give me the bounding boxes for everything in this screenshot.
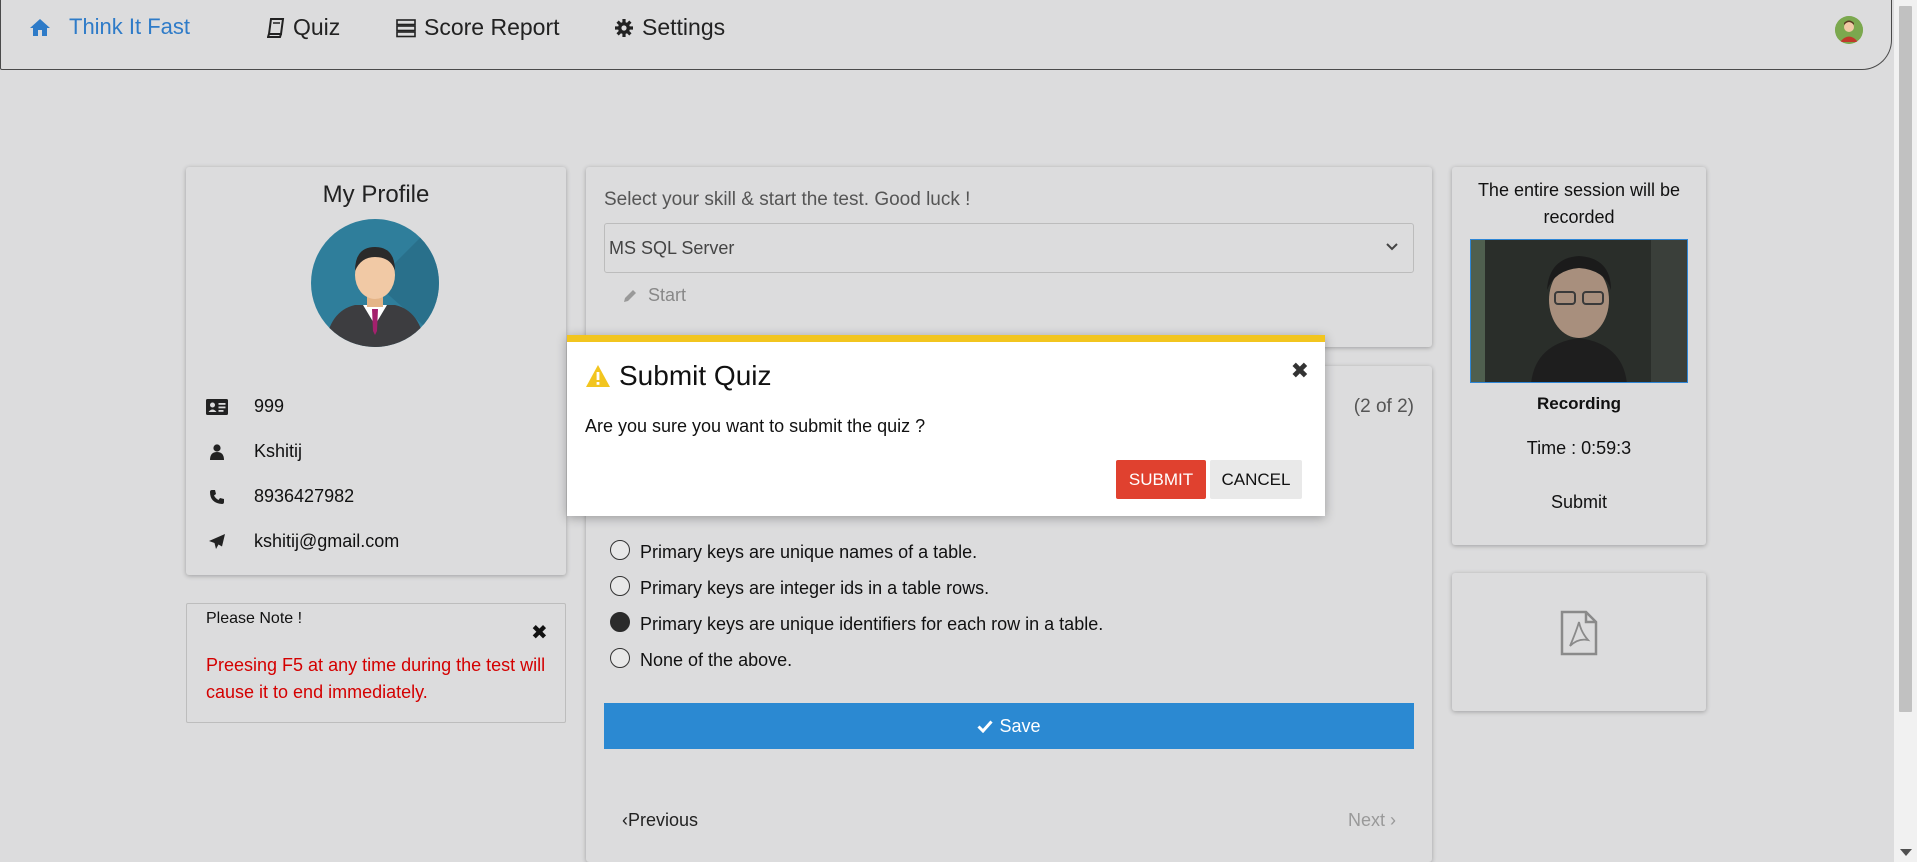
scroll-down-arrow-icon[interactable]: [1900, 849, 1912, 856]
start-label: Start: [648, 285, 687, 305]
question-counter: (2 of 2): [1353, 396, 1414, 417]
profile-phone-row: 8936427982: [206, 486, 354, 507]
note-title: Please Note !: [206, 610, 303, 627]
webcam-feed: [1470, 239, 1688, 383]
modal-message: Are you sure you want to submit the quiz…: [585, 416, 926, 436]
option-1-label: Primary keys are unique names of a table…: [640, 542, 978, 562]
paper-plane-icon: [206, 532, 228, 552]
phone-icon: [206, 487, 228, 507]
check-icon: [977, 720, 994, 733]
profile-title: My Profile: [322, 181, 430, 208]
chevron-down-icon: [1386, 243, 1398, 251]
option-3[interactable]: Primary keys are unique identifiers for …: [610, 611, 1104, 635]
profile-name-row: Kshitij: [206, 441, 302, 462]
profile-email-row: kshitij@gmail.com: [206, 531, 399, 552]
next-button[interactable]: Next ›: [1348, 810, 1396, 831]
skill-card: Select your skill & start the test. Good…: [586, 167, 1432, 347]
pencil-icon: [624, 289, 636, 302]
save-button[interactable]: Save: [604, 703, 1414, 749]
recording-timer: Time : 0:59:3: [1526, 438, 1632, 458]
profile-phone: 8936427982: [254, 486, 355, 506]
recording-notice: The entire session will be recorded: [1477, 180, 1681, 227]
nav-score-report-label: Score Report: [424, 14, 560, 40]
warning-icon: [586, 365, 610, 387]
option-4[interactable]: None of the above.: [610, 647, 793, 671]
profile-avatar: [311, 219, 439, 347]
scrollbar-thumb[interactable]: [1899, 6, 1912, 712]
modal-title-row: Submit Quiz: [585, 360, 772, 392]
profile-id: 999: [254, 396, 285, 416]
option-4-radio[interactable]: [610, 647, 630, 668]
skill-instruction: Select your skill & start the test. Good…: [604, 189, 971, 210]
page-scrollbar[interactable]: [1894, 0, 1917, 862]
book-icon: [267, 17, 285, 38]
skill-select[interactable]: MS SQL Server: [604, 223, 1414, 273]
chevron-right-icon: ›: [1390, 810, 1396, 830]
server-icon: [396, 18, 416, 37]
page-root: Think It Fast Quiz Score Report Settings…: [0, 0, 1917, 862]
start-button[interactable]: Start: [622, 285, 686, 306]
option-2-radio[interactable]: [610, 575, 630, 596]
nav-home-link[interactable]: Think It Fast: [29, 14, 190, 40]
recording-submit-link[interactable]: Submit: [1452, 492, 1706, 513]
submit-quiz-modal: Submit Quiz ✖ Are you sure you want to s…: [567, 335, 1325, 516]
profile-id-row: 999: [206, 396, 284, 417]
brand-label: Think It Fast: [69, 14, 191, 39]
option-1[interactable]: Primary keys are unique names of a table…: [610, 539, 978, 563]
user-icon: [206, 442, 228, 462]
option-2-label: Primary keys are integer ids in a table …: [640, 578, 990, 598]
pdf-card[interactable]: [1452, 573, 1706, 711]
user-avatar[interactable]: [1835, 16, 1863, 44]
modal-cancel-button[interactable]: CANCEL: [1210, 460, 1302, 499]
top-navbar: Think It Fast Quiz Score Report Settings: [0, 0, 1892, 70]
id-card-icon: [206, 397, 228, 417]
modal-title: Submit Quiz: [619, 360, 772, 391]
option-1-radio[interactable]: [610, 539, 630, 560]
option-3-label: Primary keys are unique identifiers for …: [640, 614, 1104, 634]
modal-close-icon[interactable]: ✖: [1291, 358, 1309, 384]
home-icon: [30, 19, 50, 36]
note-panel: Please Note ! ✖ Preesing F5 at any time …: [186, 603, 566, 723]
modal-submit-button[interactable]: SUBMIT: [1116, 460, 1206, 499]
option-2[interactable]: Primary keys are integer ids in a table …: [610, 575, 990, 599]
profile-email: kshitij@gmail.com: [254, 531, 400, 551]
option-4-label: None of the above.: [640, 650, 793, 670]
previous-label: Previous: [628, 810, 699, 830]
next-label: Next: [1347, 810, 1385, 830]
note-text: Preesing F5 at any time during the test …: [206, 655, 546, 702]
nav-settings-label: Settings: [642, 14, 726, 40]
pdf-file-icon[interactable]: [1560, 610, 1598, 656]
skill-select-value: MS SQL Server: [609, 237, 735, 258]
nav-settings-link[interactable]: Settings: [614, 14, 725, 41]
profile-card: My Profile 999 Kshitij 8936427982 kshiti…: [186, 167, 566, 575]
previous-button[interactable]: ‹Previous: [622, 810, 698, 831]
nav-score-report-link[interactable]: Score Report: [396, 14, 560, 41]
save-label: Save: [999, 715, 1041, 736]
option-3-radio[interactable]: [610, 611, 630, 632]
recording-card: The entire session will be recorded Reco…: [1452, 167, 1706, 545]
gear-icon: [615, 18, 633, 37]
note-close-icon[interactable]: ✖: [531, 620, 548, 645]
nav-quiz-link[interactable]: Quiz: [267, 14, 340, 41]
nav-quiz-label: Quiz: [293, 14, 341, 40]
profile-name: Kshitij: [254, 441, 303, 461]
recording-label: Recording: [1536, 394, 1622, 413]
